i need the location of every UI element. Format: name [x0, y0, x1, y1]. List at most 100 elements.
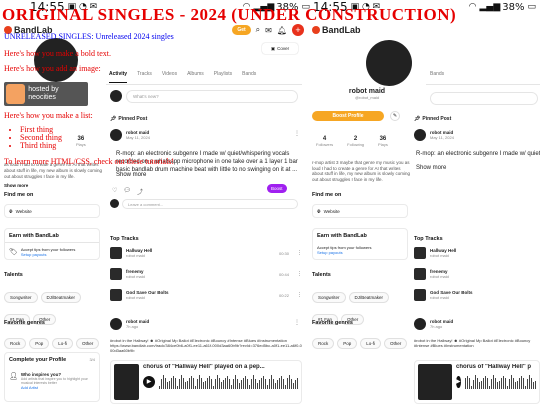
- neocities-cat-icon: [6, 84, 26, 104]
- post-actions: ♡ 💬︎ ⤴: [112, 187, 143, 196]
- earn-row[interactable]: 🏷︎ Accept tips from your followers Setup…: [9, 247, 95, 257]
- pinned-show-more-right[interactable]: Show more: [416, 165, 446, 171]
- waveform-bar: [510, 375, 512, 389]
- divider: [106, 84, 302, 85]
- get-membership-button[interactable]: Get: [232, 25, 251, 35]
- overlay-image-line: Here's how you add an image:: [4, 64, 101, 73]
- tab-videos[interactable]: Videos: [162, 71, 177, 83]
- heart-icon[interactable]: ♡: [112, 187, 117, 196]
- track-duration: 00:30: [278, 250, 289, 256]
- comment-input[interactable]: Leave a comment...: [122, 199, 298, 209]
- track-row[interactable]: God Save Our Bolts robot maid: [414, 287, 538, 303]
- who-row: 👤︎ Who inspires you? Add artists that in…: [9, 372, 95, 390]
- edit-icon[interactable]: ✎: [390, 111, 400, 121]
- pinned-avatar-right[interactable]: [414, 129, 426, 141]
- pinned-label: Pinned Post: [118, 116, 148, 122]
- bandlab-logo[interactable]: BandLab: [312, 25, 361, 35]
- waveform-bar: [167, 382, 168, 389]
- waveform[interactable]: [464, 375, 536, 389]
- pinned-author-avatar[interactable]: [110, 129, 122, 141]
- feed-author-avatar[interactable]: [110, 318, 122, 330]
- waveform-bar: [506, 385, 508, 389]
- tab-bands[interactable]: Bands: [242, 71, 256, 83]
- post-input[interactable]: What's new?: [126, 90, 298, 103]
- neocities-badge[interactable]: hosted by neocities: [4, 82, 88, 106]
- waveform-bar: [470, 385, 472, 389]
- bell-icon[interactable]: 🔔︎: [277, 26, 287, 35]
- comment-icon[interactable]: 💬︎: [123, 187, 131, 196]
- add-artist-link[interactable]: Add Artist: [21, 385, 91, 390]
- genre-pill: Lo-fi: [360, 338, 382, 349]
- waveform-bar: [235, 375, 236, 389]
- profile-avatar-right[interactable]: [366, 40, 412, 86]
- track-row[interactable]: Hallway Hell robot maid 00:30 ⋮: [110, 245, 302, 261]
- track-row[interactable]: God Save Our Bolts robot maid 00:22 ⋮: [110, 287, 302, 303]
- profile-avatar[interactable]: [34, 38, 78, 82]
- profile-name: robot maid: [348, 88, 386, 95]
- boost-post-button[interactable]: Boost: [267, 184, 287, 193]
- followers-label: Followers: [316, 142, 334, 147]
- audio-player[interactable]: chorus of "Hallway Hell" played on a pep…: [110, 360, 302, 404]
- setup-payouts-link[interactable]: Setup payouts: [21, 252, 75, 257]
- pin-icon: 📌︎: [110, 116, 117, 122]
- waveform-bar: [177, 385, 178, 389]
- tab-tracks[interactable]: Tracks: [137, 71, 152, 83]
- website-link[interactable]: 🌐︎ Website: [4, 204, 100, 218]
- feed-author-avatar[interactable]: [414, 318, 426, 330]
- waveform[interactable]: [159, 375, 298, 389]
- pinned-author: robot maid May 11, 2024: [126, 130, 150, 140]
- waveform-bar: [534, 380, 536, 389]
- waveform-bar: [217, 375, 218, 389]
- track-row[interactable]: Hallway Hell robot maid: [414, 245, 538, 261]
- waveform-bar: [227, 376, 228, 389]
- waveform-bar: [474, 375, 476, 389]
- plays-stat: 36 Plays: [378, 136, 388, 147]
- waveform-bar: [486, 378, 488, 389]
- search-icon[interactable]: ⌕: [256, 25, 260, 35]
- profile-tabs-left: Activity Tracks Videos Albums Playlists …: [109, 71, 256, 83]
- track-row[interactable]: frenemy robot maid: [414, 266, 538, 282]
- logo-icon: [312, 26, 320, 34]
- more-options-icon[interactable]: ⋮: [294, 319, 300, 326]
- more-icon[interactable]: ⋮: [297, 271, 302, 277]
- tab-playlists[interactable]: Playlists: [214, 71, 232, 83]
- waveform-bar: [201, 378, 202, 389]
- post-input-right[interactable]: [430, 92, 538, 105]
- pinned-show-more[interactable]: Show more: [116, 172, 146, 178]
- audio-player-right[interactable]: chorus of "Hallway Hell" p ▶: [414, 360, 540, 404]
- website-link[interactable]: 🌐︎ Website: [312, 204, 408, 218]
- feed-link[interactable]: https://www.bandlab.com/track/384ce0b6-a…: [110, 343, 302, 353]
- waveform-bar: [287, 378, 288, 389]
- setup-payouts-link[interactable]: Setup payouts: [317, 250, 403, 255]
- image-icon: ▣: [270, 45, 276, 51]
- create-button[interactable]: +: [292, 24, 304, 36]
- messages-icon[interactable]: ✉: [265, 26, 272, 35]
- waveform-bar: [500, 378, 502, 389]
- feed-author-right: robot maid 7h ago: [430, 319, 453, 329]
- waveform-bar: [209, 376, 210, 389]
- share-icon[interactable]: ⤴: [137, 187, 143, 196]
- boost-profile-button[interactable]: Boost Profile: [312, 111, 384, 121]
- more-icon[interactable]: ⋮: [297, 292, 302, 298]
- waveform-bar: [259, 380, 260, 389]
- tab-bands[interactable]: Bands: [430, 71, 444, 83]
- following-stat[interactable]: 2 Following: [347, 136, 364, 147]
- waveform-bar: [253, 375, 254, 389]
- waveform-bar: [175, 378, 176, 389]
- waveform-bar: [193, 378, 194, 389]
- play-icon[interactable]: ▶: [143, 376, 155, 388]
- waveform-bar: [187, 380, 188, 389]
- unreleased-link[interactable]: UNRELEASED SINGLES: Unreleased 2024 sing…: [4, 32, 174, 41]
- tab-activity[interactable]: Activity: [109, 71, 128, 83]
- more-icon[interactable]: ⋮: [297, 250, 302, 256]
- play-icon[interactable]: ▶: [456, 376, 461, 388]
- track-row[interactable]: frenemy robot maid 00:44 ⋮: [110, 266, 302, 282]
- tab-albums[interactable]: Albums: [187, 71, 204, 83]
- overlay-paragraph: Here's how you make a bold text.: [4, 49, 111, 58]
- player-title: chorus of "Hallway Hell" played on a pep…: [143, 364, 265, 370]
- cover-button[interactable]: ▣ Cover: [262, 43, 298, 54]
- followers-stat[interactable]: 4 Followers: [316, 136, 333, 147]
- show-more-link[interactable]: Show more: [4, 183, 28, 188]
- more-options-icon[interactable]: ⋮: [294, 130, 300, 137]
- plays-label: Plays: [76, 142, 86, 147]
